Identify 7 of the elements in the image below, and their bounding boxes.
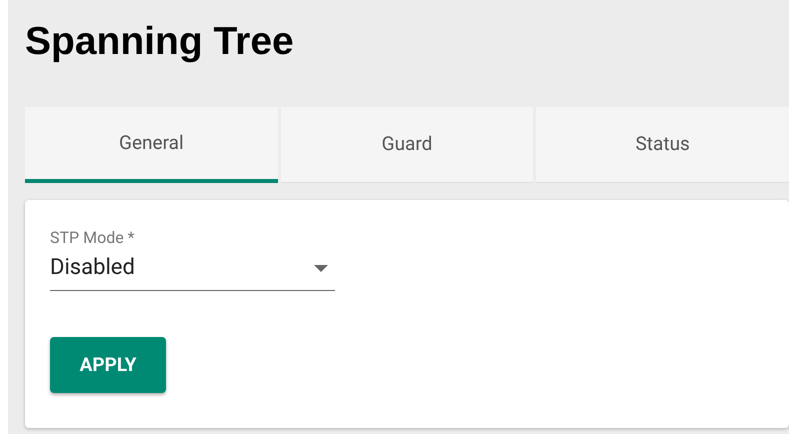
tab[interactable]: Guard bbox=[280, 107, 534, 183]
tab[interactable]: General bbox=[25, 107, 278, 183]
page-title: Spanning Tree bbox=[25, 19, 294, 65]
tab[interactable]: Status bbox=[536, 107, 789, 183]
stp-mode-dropdown[interactable]: STP Mode * Disabled bbox=[50, 226, 335, 291]
caret-icon bbox=[314, 264, 328, 272]
apply-button[interactable]: APPLY bbox=[50, 337, 166, 393]
